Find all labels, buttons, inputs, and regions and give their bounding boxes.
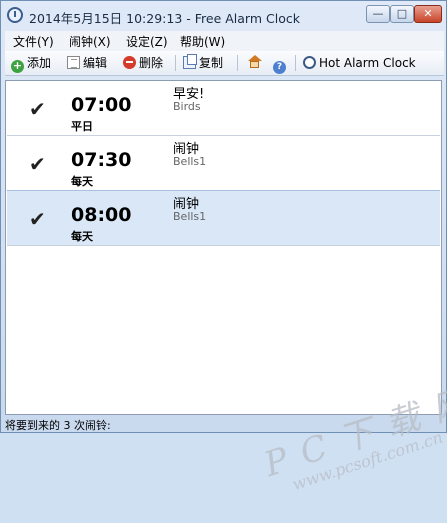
menu-settings[interactable]: 设定(Z): [126, 33, 168, 50]
alarm-row-selected[interactable]: ✔ 08:00 每天 闹钟 Bells1: [7, 190, 440, 246]
window-title: 2014年5月15日 10:29:13 - Free Alarm Clock: [29, 11, 300, 26]
hot-alarm-clock-button[interactable]: Hot Alarm Clock: [303, 54, 416, 72]
toolbar-separator: [237, 55, 238, 71]
alarm-row[interactable]: ✔ 07:00 平日 早安! Birds: [7, 81, 440, 136]
help-button[interactable]: ?: [273, 54, 289, 74]
copy-button-label: 复制: [199, 56, 224, 70]
alarm-sound: Bells1: [173, 210, 207, 223]
copy-icon: [183, 54, 197, 69]
add-button-label: 添加: [27, 56, 52, 70]
status-bar: 将要到来的 3 次闹铃:: [5, 417, 444, 433]
alarm-row[interactable]: ✔ 07:30 每天 闹钟 Bells1: [7, 136, 440, 191]
alarm-time: 07:00: [71, 94, 132, 116]
delete-button[interactable]: 删除: [123, 54, 163, 72]
add-button[interactable]: + 添加: [11, 54, 52, 73]
hot-alarm-clock-label: Hot Alarm Clock: [319, 56, 416, 70]
clock-icon: [303, 56, 316, 69]
add-icon: +: [11, 59, 24, 73]
toolbar: + 添加 编辑 删除 复制 ? Hot Alarm Clock: [5, 51, 444, 76]
toolbar-separator: [295, 55, 296, 71]
alarm-time: 07:30: [71, 149, 132, 171]
edit-button-label: 编辑: [83, 56, 108, 70]
alarm-time: 08:00: [71, 204, 132, 226]
help-icon: ?: [273, 61, 286, 74]
app-window: 2014年5月15日 10:29:13 - Free Alarm Clock —…: [0, 0, 447, 494]
alarm-sound: Birds: [173, 100, 201, 113]
maximize-button[interactable]: □: [390, 5, 414, 23]
minimize-button[interactable]: —: [366, 5, 390, 23]
watermark: P C 下 载 网 www.pcsoft.com.cn: [248, 381, 447, 523]
alarm-repeat: 每天: [71, 175, 93, 188]
menu-alarm[interactable]: 闹钟(X): [69, 33, 111, 50]
menu-file[interactable]: 文件(Y): [13, 33, 54, 50]
title-bar[interactable]: 2014年5月15日 10:29:13 - Free Alarm Clock —…: [1, 1, 446, 31]
delete-button-label: 删除: [139, 56, 164, 70]
alarm-enabled-checkbox[interactable]: ✔: [29, 97, 46, 121]
edit-button[interactable]: 编辑: [67, 54, 107, 72]
alarm-clock-icon[interactable]: [7, 7, 23, 23]
toolbar-separator: [175, 55, 176, 71]
edit-icon: [67, 56, 80, 69]
home-icon: [247, 55, 262, 69]
alarm-enabled-checkbox[interactable]: ✔: [29, 152, 46, 176]
close-button[interactable]: ✕: [414, 5, 442, 23]
menu-bar: 文件(Y) 闹钟(X) 设定(Z) 帮助(W): [5, 31, 444, 51]
copy-button[interactable]: 复制: [183, 54, 223, 72]
home-button[interactable]: [247, 54, 265, 72]
menu-help[interactable]: 帮助(W): [180, 33, 225, 50]
alarm-list[interactable]: ✔ 07:00 平日 早安! Birds ✔ 07:30 每天 闹钟 Bells…: [5, 80, 447, 494]
alarm-repeat: 平日: [71, 120, 93, 133]
delete-icon: [123, 56, 136, 69]
alarm-repeat: 每天: [71, 230, 93, 243]
alarm-sound: Bells1: [173, 155, 207, 168]
alarm-enabled-checkbox[interactable]: ✔: [29, 207, 46, 231]
status-text: 将要到来的 3 次闹铃:: [5, 419, 111, 432]
